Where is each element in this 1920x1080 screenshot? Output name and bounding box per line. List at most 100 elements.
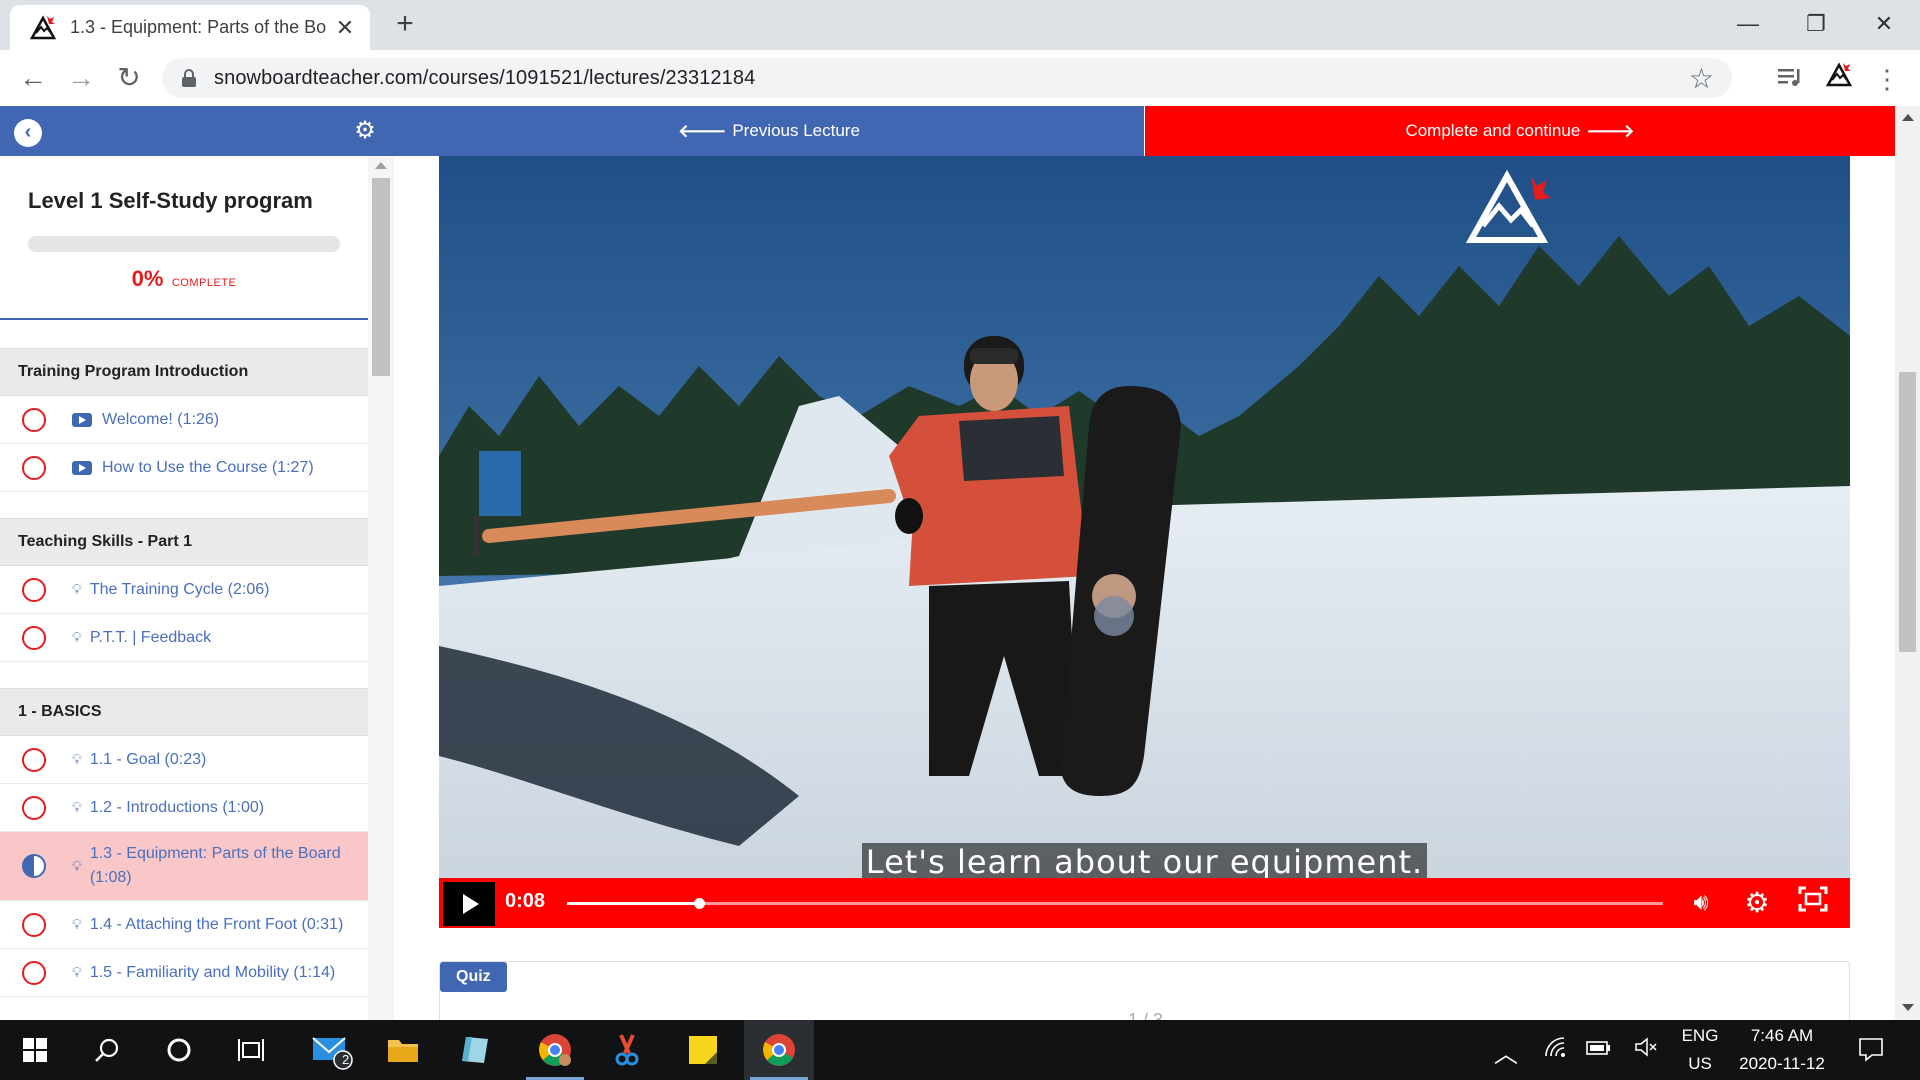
windows-start-icon[interactable] bbox=[0, 1020, 70, 1080]
section-header: Teaching Skills - Part 1 bbox=[0, 518, 368, 566]
lecture-item[interactable]: 💡︎ 1.4 - Attaching the Front Foot (0:31) bbox=[0, 901, 368, 949]
progress-text: 0% COMPLETE bbox=[0, 266, 368, 292]
play-button[interactable] bbox=[443, 882, 495, 926]
browser-tab[interactable]: 1.3 - Equipment: Parts of the Board ✕ bbox=[10, 5, 370, 50]
mail-badge: 2 bbox=[342, 1052, 350, 1067]
previous-lecture-button[interactable]: 🡐 Previous Lecture bbox=[394, 106, 1144, 156]
input-language[interactable]: ENG bbox=[1680, 1026, 1720, 1046]
lightbulb-icon: 💡︎ bbox=[72, 581, 82, 597]
show-hidden-icons-chevron-icon[interactable]: ︿ bbox=[1494, 1034, 1518, 1069]
video-scrub-bar[interactable] bbox=[567, 898, 1663, 909]
task-view-icon[interactable] bbox=[216, 1020, 286, 1080]
tab-title: 1.3 - Equipment: Parts of the Board bbox=[70, 17, 326, 37]
lecture-content: Let's learn about our equipment. 0:08 🔊︎… bbox=[394, 156, 1895, 1020]
forward-arrow-icon[interactable]: → bbox=[64, 62, 98, 96]
page-scrollbar[interactable] bbox=[1895, 106, 1920, 1020]
sidebar-header: ‹ ⚙ bbox=[0, 106, 394, 156]
lecture-item[interactable]: 💡︎ 1.2 - Introductions (1:00) bbox=[0, 784, 368, 832]
volume-icon[interactable]: 🔊︎ bbox=[1681, 886, 1721, 920]
lecture-title: 1.3 - Equipment: Parts of the Board (1:0… bbox=[89, 845, 341, 886]
new-tab-button[interactable]: + bbox=[390, 9, 420, 40]
video-caption: Let's learn about our equipment. bbox=[439, 843, 1850, 881]
clock-time[interactable]: 7:46 AM bbox=[1726, 1026, 1838, 1046]
lecture-item[interactable]: 💡︎ The Training Cycle (2:06) bbox=[0, 566, 368, 614]
lecture-item-active[interactable]: 💡︎ 1.3 - Equipment: Parts of the Board (… bbox=[0, 832, 368, 901]
scroll-up-arrow-icon[interactable] bbox=[1902, 114, 1914, 121]
in-progress-status-icon bbox=[22, 854, 46, 878]
incomplete-status-icon bbox=[22, 577, 46, 602]
quiz-tab[interactable]: Quiz bbox=[440, 962, 507, 992]
fullscreen-icon[interactable] bbox=[1793, 886, 1833, 920]
input-region[interactable]: US bbox=[1680, 1054, 1720, 1074]
chrome-profile-icon[interactable] bbox=[520, 1020, 590, 1080]
clock-date[interactable]: 2020-11-12 bbox=[1726, 1054, 1838, 1074]
page-scroll-thumb[interactable] bbox=[1899, 372, 1916, 652]
course-progress-bar bbox=[28, 236, 340, 252]
lecture-title: 1.2 - Introductions (1:00) bbox=[89, 798, 265, 816]
incomplete-status-icon bbox=[22, 455, 46, 480]
windows-taskbar: 2 ︿ ENG US 7:46 AM 2020-11-12 bbox=[0, 1020, 1920, 1080]
lecture-title: 1.4 - Attaching the Front Foot (0:31) bbox=[89, 915, 344, 933]
previous-lecture-label: Previous Lecture bbox=[732, 121, 860, 140]
gear-icon[interactable]: ⚙ bbox=[352, 118, 378, 144]
complete-and-continue-button[interactable]: Complete and continue 🡒 bbox=[1145, 106, 1895, 156]
incomplete-status-icon bbox=[22, 625, 46, 650]
app-icon[interactable] bbox=[440, 1020, 510, 1080]
mail-icon[interactable]: 2 bbox=[296, 1020, 366, 1080]
lecture-item[interactable]: How to Use the Course (1:27) bbox=[0, 444, 368, 492]
sidebar-scrollbar[interactable] bbox=[368, 156, 394, 1020]
back-chevron-icon[interactable]: ‹ bbox=[14, 119, 42, 147]
complete-and-continue-label: Complete and continue bbox=[1405, 121, 1581, 140]
lecture-title: Welcome! (1:26) bbox=[102, 410, 220, 428]
caption-text: Let's learn about our equipment. bbox=[861, 843, 1428, 881]
volume-muted-icon[interactable] bbox=[1634, 1036, 1658, 1063]
section-header: Training Program Introduction bbox=[0, 348, 368, 396]
arrow-right-icon: 🡒 bbox=[1586, 120, 1635, 141]
url-text: snowboardteacher.com/courses/1091521/lec… bbox=[214, 66, 756, 89]
battery-icon[interactable] bbox=[1586, 1038, 1612, 1061]
extension-logo-icon[interactable] bbox=[1822, 62, 1856, 96]
close-window-button[interactable]: ✕ bbox=[1864, 6, 1904, 42]
bookmark-star-icon[interactable]: ☆ bbox=[1689, 62, 1714, 95]
scroll-down-arrow-icon[interactable] bbox=[1902, 1004, 1914, 1011]
address-bar[interactable]: snowboardteacher.com/courses/1091521/lec… bbox=[162, 58, 1732, 98]
file-explorer-icon[interactable] bbox=[368, 1020, 438, 1080]
cortana-icon[interactable] bbox=[144, 1020, 214, 1080]
action-center-icon[interactable] bbox=[1858, 1036, 1884, 1067]
progress-label: COMPLETE bbox=[171, 277, 237, 289]
restore-button[interactable]: ❐ bbox=[1796, 6, 1836, 42]
wifi-icon[interactable] bbox=[1544, 1036, 1568, 1063]
quiz-counter: 1 / 3 bbox=[1127, 1010, 1164, 1020]
lightbulb-icon: 💡︎ bbox=[72, 799, 82, 815]
sidebar-scroll-thumb[interactable] bbox=[372, 178, 390, 376]
video-player[interactable]: Let's learn about our equipment. 0:08 🔊︎… bbox=[439, 156, 1850, 928]
sticky-notes-icon[interactable] bbox=[668, 1020, 738, 1080]
video-scrub-progress bbox=[567, 902, 699, 905]
browser-menu-icon[interactable]: ⋮ bbox=[1870, 62, 1904, 96]
lecture-item[interactable]: 💡︎ 1.5 - Familiarity and Mobility (1:14) bbox=[0, 949, 368, 997]
lecture-title: The Training Cycle (2:06) bbox=[89, 580, 270, 598]
minimize-button[interactable]: — bbox=[1728, 6, 1768, 42]
close-tab-icon[interactable]: ✕ bbox=[334, 15, 356, 41]
media-playlist-icon[interactable] bbox=[1773, 62, 1807, 96]
incomplete-status-icon bbox=[22, 747, 46, 772]
video-scrub-handle[interactable] bbox=[693, 898, 705, 909]
back-arrow-icon[interactable]: ← bbox=[16, 62, 50, 96]
curriculum-list[interactable]: Level 1 Self-Study program 0% COMPLETE T… bbox=[0, 156, 368, 1020]
section-header: 1 - BASICS bbox=[0, 688, 368, 736]
scroll-up-arrow-icon[interactable] bbox=[375, 162, 387, 169]
reload-icon[interactable]: ↻ bbox=[112, 62, 146, 96]
lecture-item[interactable]: 💡︎ P.T.T. | Feedback bbox=[0, 614, 368, 662]
search-icon[interactable] bbox=[72, 1020, 142, 1080]
video-icon bbox=[72, 460, 92, 475]
settings-gear-icon[interactable]: ⚙ bbox=[1737, 886, 1777, 920]
incomplete-status-icon bbox=[22, 407, 46, 432]
lecture-item[interactable]: Welcome! (1:26) bbox=[0, 396, 368, 444]
chrome-icon[interactable] bbox=[744, 1020, 814, 1080]
lecture-title: 1.1 - Goal (0:23) bbox=[89, 750, 207, 768]
snipping-tool-icon[interactable] bbox=[592, 1020, 662, 1080]
lecture-item[interactable]: 💡︎ 1.1 - Goal (0:23) bbox=[0, 736, 368, 784]
